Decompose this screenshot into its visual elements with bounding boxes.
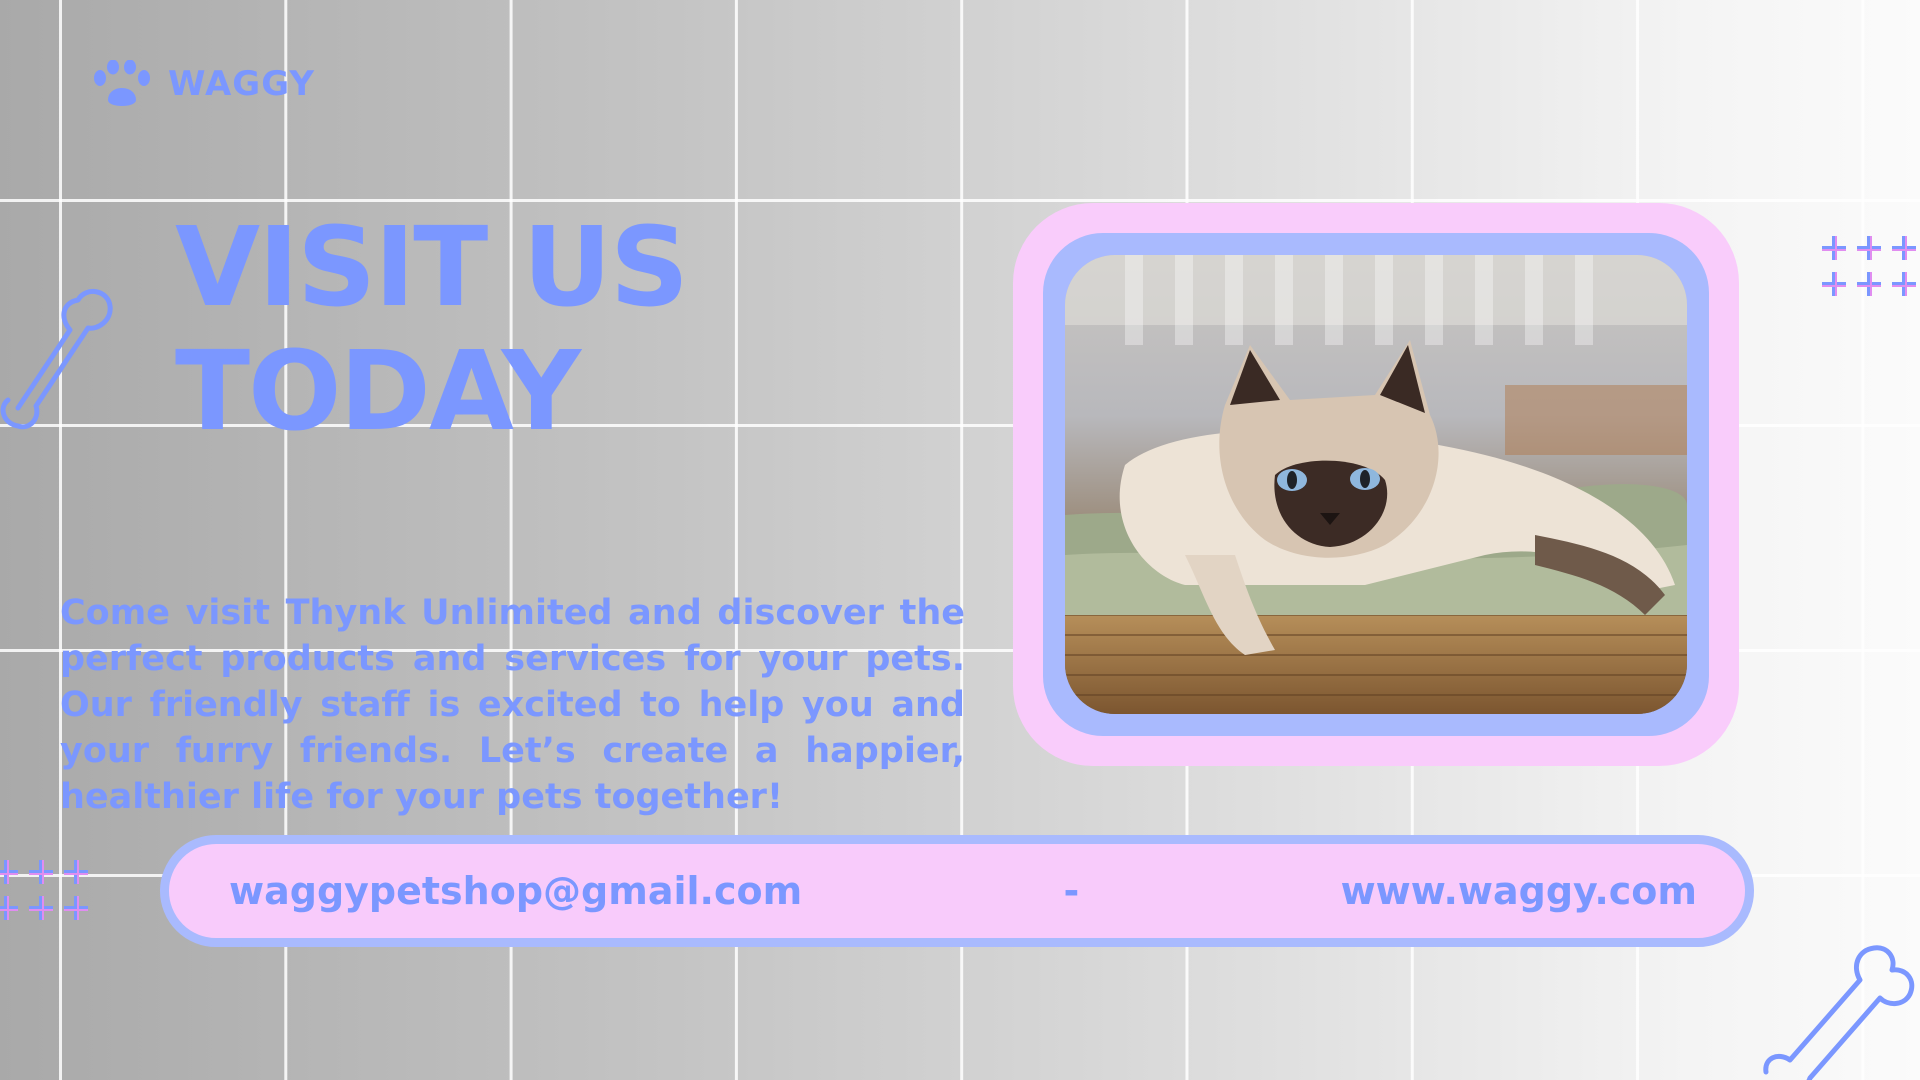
bone-icon xyxy=(0,289,113,430)
paw-icon xyxy=(94,60,150,106)
contact-separator: - xyxy=(1063,869,1080,913)
page-title: VISIT US TODAY xyxy=(175,203,689,455)
photo-frame-inner xyxy=(1043,233,1709,736)
brand-name: WAGGY xyxy=(168,64,315,104)
contact-bar: waggypetshop@gmail.com - www.waggy.com xyxy=(160,835,1754,947)
email-link[interactable]: waggypetshop@gmail.com xyxy=(229,869,802,913)
brand-logo[interactable]: WAGGY xyxy=(92,60,315,108)
photo-frame xyxy=(1013,203,1739,766)
cat-photo xyxy=(1065,255,1687,714)
title-line-2: TODAY xyxy=(175,327,581,455)
title-line-1: VISIT US xyxy=(175,203,689,331)
bone-icon xyxy=(1763,945,1915,1080)
plus-cluster-icon xyxy=(1822,236,1916,296)
description-text: Come visit Thynk Unlimited and discover … xyxy=(60,593,965,817)
plus-cluster-icon xyxy=(0,860,88,920)
website-link[interactable]: www.waggy.com xyxy=(1341,869,1697,913)
